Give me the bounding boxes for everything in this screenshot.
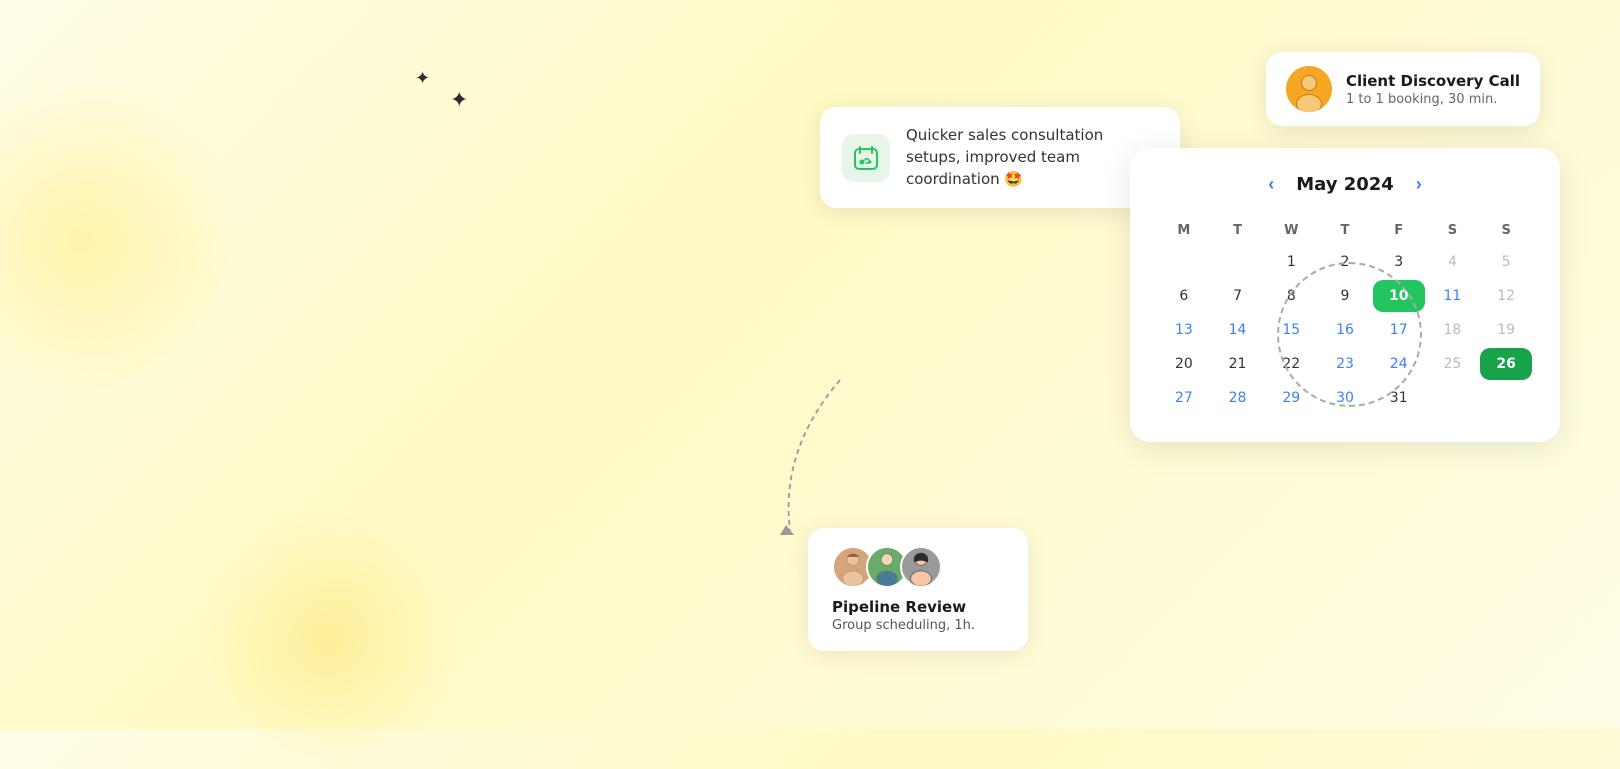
calendar-day: 7	[1212, 280, 1264, 312]
calendar-day-header: T	[1212, 217, 1264, 244]
calendar-day-header: W	[1265, 217, 1317, 244]
calendar-day: 20	[1158, 348, 1210, 380]
calendar-day-header: T	[1319, 217, 1371, 244]
notification-text: Quicker sales consultation setups, impro…	[906, 125, 1158, 190]
calendar-day[interactable]: 15	[1265, 314, 1317, 346]
calendar-card: ‹ May 2024 › MTWTFSS12345678910111213141…	[1130, 148, 1560, 442]
calendar-day: 1	[1265, 246, 1317, 278]
calendar-grid: MTWTFSS123456789101112131415161718192021…	[1158, 217, 1532, 414]
discovery-subtitle: 1 to 1 booking, 30 min.	[1346, 92, 1520, 107]
calendar-day: 2	[1319, 246, 1371, 278]
calendar-day	[1212, 246, 1264, 278]
calendar-next-button[interactable]: ›	[1410, 172, 1428, 197]
calendar-day[interactable]: 28	[1212, 382, 1264, 414]
calendar-day	[1427, 382, 1479, 414]
calendar-day: 9	[1319, 280, 1371, 312]
calendar-day: 3	[1373, 246, 1425, 278]
pipeline-title: Pipeline Review	[832, 598, 1004, 616]
calendar-day[interactable]: 27	[1158, 382, 1210, 414]
discovery-info: Client Discovery Call 1 to 1 booking, 30…	[1346, 72, 1520, 107]
calendar-day-header: F	[1373, 217, 1425, 244]
calendar-day: 5	[1480, 246, 1532, 278]
calendar-day[interactable]: 13	[1158, 314, 1210, 346]
calendar-day[interactable]: 10	[1373, 280, 1425, 312]
calendar-day-header: S	[1427, 217, 1479, 244]
calendar-day[interactable]: 24	[1373, 348, 1425, 380]
calendar-day[interactable]: 26	[1480, 348, 1532, 380]
pipeline-card: Pipeline Review Group scheduling, 1h.	[808, 528, 1028, 651]
sparkle-icon-1: ✦	[415, 68, 430, 89]
calendar-header: ‹ May 2024 ›	[1158, 172, 1532, 197]
background-blob-bottom	[200, 509, 460, 769]
pipeline-avatar-3	[900, 546, 942, 588]
calendar-day: 25	[1427, 348, 1479, 380]
calendar-day: 21	[1212, 348, 1264, 380]
calendar-day: 19	[1480, 314, 1532, 346]
calendar-day: 31	[1373, 382, 1425, 414]
calendar-day: 4	[1427, 246, 1479, 278]
calendar-day[interactable]: 16	[1319, 314, 1371, 346]
calendar-prev-button[interactable]: ‹	[1262, 172, 1280, 197]
pipeline-avatars	[832, 546, 1004, 588]
calendar-day[interactable]: 30	[1319, 382, 1371, 414]
sparkle-icon-2: ✦	[450, 88, 468, 113]
calendar-day-header: M	[1158, 217, 1210, 244]
calendar-day: 18	[1427, 314, 1479, 346]
calendar-day: 22	[1265, 348, 1317, 380]
calendar-day[interactable]: 11	[1427, 280, 1479, 312]
discovery-card: Client Discovery Call 1 to 1 booking, 30…	[1266, 52, 1540, 126]
calendar-day[interactable]: 17	[1373, 314, 1425, 346]
calendar-day[interactable]: 29	[1265, 382, 1317, 414]
notification-icon	[842, 134, 890, 182]
calendar-day: 6	[1158, 280, 1210, 312]
calendar-day[interactable]: 14	[1212, 314, 1264, 346]
discovery-title: Client Discovery Call	[1346, 72, 1520, 90]
calendar-day	[1480, 382, 1532, 414]
pipeline-subtitle: Group scheduling, 1h.	[832, 618, 1004, 633]
calendar-day[interactable]: 23	[1319, 348, 1371, 380]
calendar-day: 12	[1480, 280, 1532, 312]
calendar-day	[1158, 246, 1210, 278]
discovery-avatar	[1286, 66, 1332, 112]
dashed-arrow-path	[760, 370, 880, 550]
notification-card: Quicker sales consultation setups, impro…	[820, 107, 1180, 208]
background-blob-left	[0, 80, 240, 400]
calendar-month-label: May 2024	[1296, 174, 1394, 195]
calendar-day-header: S	[1480, 217, 1532, 244]
calendar-day: 8	[1265, 280, 1317, 312]
